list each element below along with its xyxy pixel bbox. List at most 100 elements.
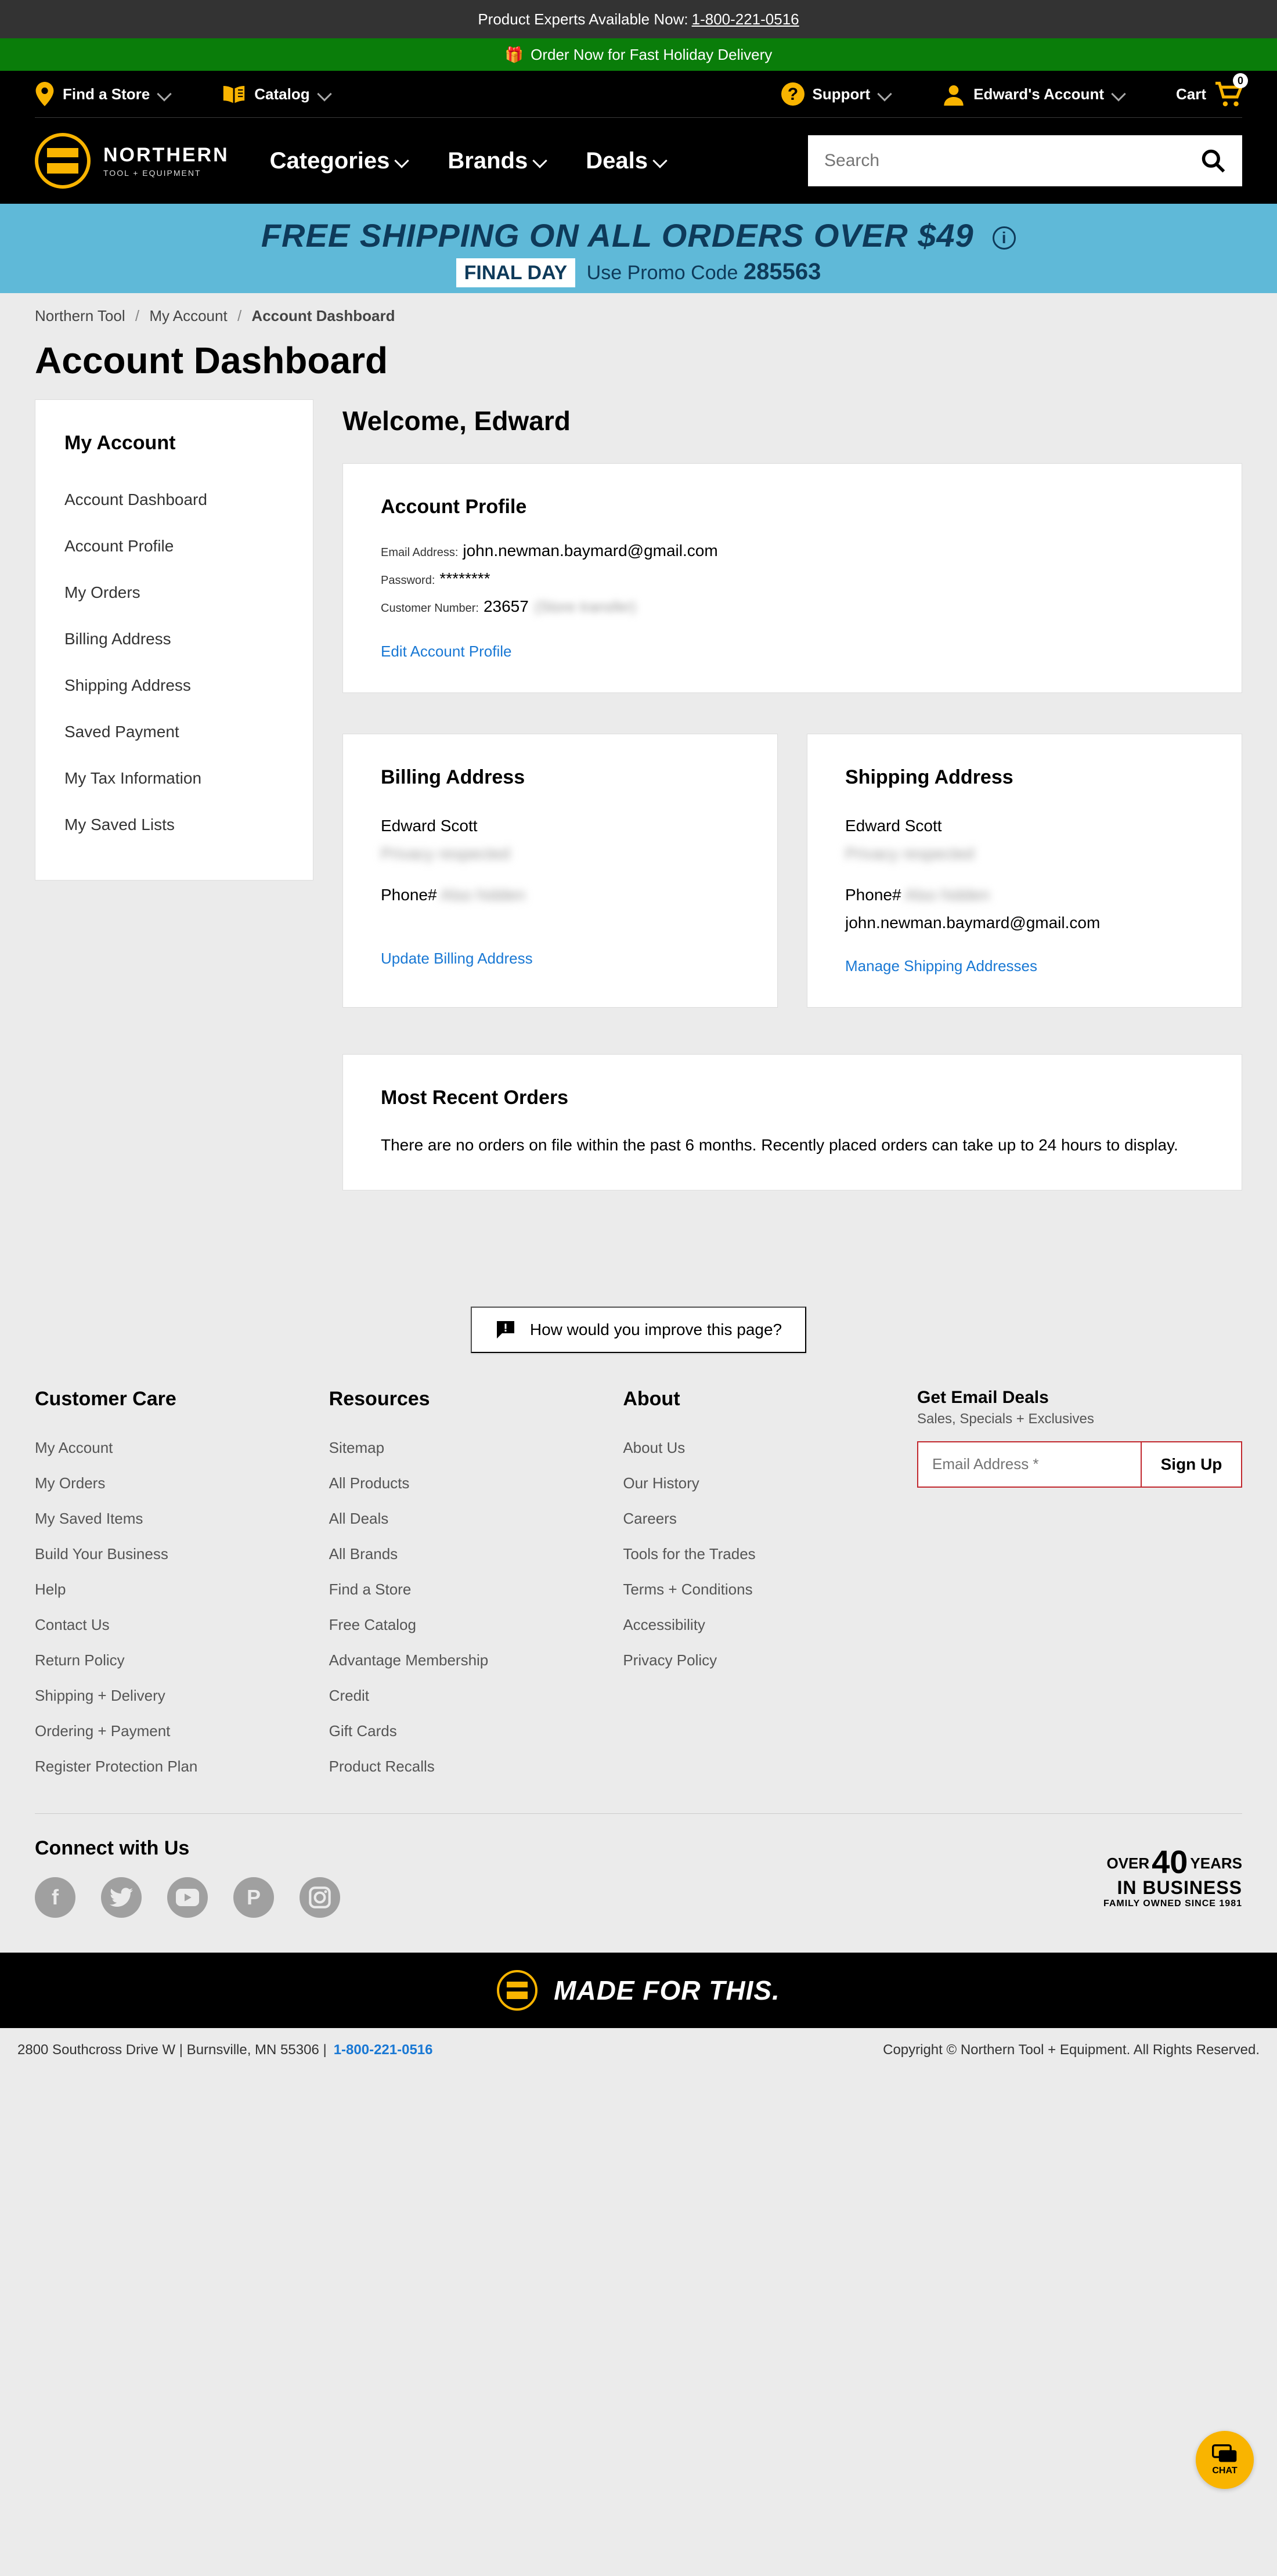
footer-link[interactable]: Gift Cards — [329, 1713, 600, 1749]
support-link[interactable]: ? Support — [781, 82, 890, 106]
find-store-link[interactable]: Find a Store — [35, 82, 169, 106]
account-profile-card: Account Profile Email Address:john.newma… — [342, 463, 1242, 693]
nav-deals[interactable]: Deals — [586, 148, 665, 174]
facebook-icon[interactable]: f — [35, 1877, 75, 1918]
footer-link[interactable]: My Orders — [35, 1466, 306, 1501]
shipping-name: Edward Scott — [845, 812, 1204, 840]
footer-link[interactable]: Find a Store — [329, 1572, 600, 1607]
sidebar-item[interactable]: My Orders — [64, 569, 284, 616]
footer-col-about: About About Us Our History Careers Tools… — [623, 1388, 894, 1784]
footer-link[interactable]: Product Recalls — [329, 1749, 600, 1784]
card-heading: Shipping Address — [845, 766, 1204, 789]
footer-link[interactable]: Register Protection Plan — [35, 1749, 306, 1784]
footer-address-bar: 2800 Southcross Drive W | Burnsville, MN… — [0, 2028, 1277, 2072]
catalog-link[interactable]: Catalog — [222, 84, 329, 104]
chevron-down-icon — [1111, 86, 1126, 101]
search-box[interactable] — [808, 135, 1242, 186]
sidebar-item[interactable]: My Saved Lists — [64, 802, 284, 848]
footer-link[interactable]: Tools for the Trades — [623, 1536, 894, 1572]
nav-categories[interactable]: Categories — [270, 148, 407, 174]
orders-empty-text: There are no orders on file within the p… — [381, 1132, 1204, 1157]
footer-link[interactable]: My Saved Items — [35, 1501, 306, 1536]
footer-link[interactable]: About Us — [623, 1430, 894, 1466]
footer-link[interactable]: Build Your Business — [35, 1536, 306, 1572]
page-title: Account Dashboard — [0, 339, 1277, 399]
holiday-text: Order Now for Fast Holiday Delivery — [531, 46, 772, 64]
footer-link[interactable]: Return Policy — [35, 1643, 306, 1678]
sidebar-item[interactable]: Account Profile — [64, 523, 284, 569]
signup-button[interactable]: Sign Up — [1142, 1442, 1241, 1487]
account-link[interactable]: Edward's Account — [942, 82, 1124, 106]
crumb-home[interactable]: Northern Tool — [35, 307, 125, 324]
edit-profile-link[interactable]: Edit Account Profile — [381, 643, 511, 661]
footer-link[interactable]: Help — [35, 1572, 306, 1607]
footer-link[interactable]: Careers — [623, 1501, 894, 1536]
sidebar-item[interactable]: Saved Payment — [64, 709, 284, 755]
book-icon — [222, 84, 246, 104]
card-heading: Most Recent Orders — [381, 1087, 1204, 1109]
chevron-down-icon — [877, 86, 892, 101]
footer-link[interactable]: All Products — [329, 1466, 600, 1501]
sidebar-item[interactable]: Shipping Address — [64, 662, 284, 709]
blurred-text: Privacy respected — [845, 840, 1204, 868]
manage-shipping-link[interactable]: Manage Shipping Addresses — [845, 957, 1037, 975]
crumb-account[interactable]: My Account — [149, 307, 227, 324]
youtube-icon[interactable] — [167, 1877, 208, 1918]
footer-phone-link[interactable]: 1-800-221-0516 — [334, 2042, 433, 2058]
info-icon[interactable]: i — [993, 226, 1016, 250]
billing-name: Edward Scott — [381, 812, 739, 840]
footer-link[interactable]: Accessibility — [623, 1607, 894, 1643]
map-pin-icon — [35, 82, 55, 106]
feedback-button[interactable]: How would you improve this page? — [471, 1307, 806, 1353]
blurred-text: (Store transfer) — [535, 598, 636, 615]
years-in-business: OVER40YEARS IN BUSINESS FAMILY OWNED SIN… — [1103, 1846, 1242, 1908]
experts-phone-link[interactable]: 1-800-221-0516 — [692, 10, 799, 28]
pinterest-icon[interactable]: P — [233, 1877, 274, 1918]
search-icon[interactable] — [1200, 148, 1226, 174]
recent-orders-card: Most Recent Orders There are no orders o… — [342, 1054, 1242, 1190]
logo[interactable]: NORTHERN TOOL + EQUIPMENT — [35, 133, 229, 189]
instagram-icon[interactable] — [300, 1877, 340, 1918]
sidebar-item[interactable]: Billing Address — [64, 616, 284, 662]
footer-link[interactable]: Shipping + Delivery — [35, 1678, 306, 1713]
footer-link[interactable]: Advantage Membership — [329, 1643, 600, 1678]
footer-link[interactable]: Free Catalog — [329, 1607, 600, 1643]
logo-badge-icon — [35, 133, 91, 189]
billing-address-card: Billing Address Edward Scott Privacy res… — [342, 734, 778, 1008]
search-input[interactable] — [824, 151, 1200, 171]
promo-final-day: FINAL DAY — [456, 258, 576, 287]
chevron-down-icon — [652, 153, 667, 168]
footer-col-resources: Resources Sitemap All Products All Deals… — [329, 1388, 600, 1784]
footer-link[interactable]: Sitemap — [329, 1430, 600, 1466]
promo-headline-rest: ON ALL ORDERS OVER $49 — [520, 217, 973, 254]
footer-link[interactable]: Our History — [623, 1466, 894, 1501]
holiday-banner: 🎁 Order Now for Fast Holiday Delivery — [0, 38, 1277, 71]
chat-button[interactable]: CHAT — [1196, 2431, 1254, 2489]
top-experts-bar: Product Experts Available Now: 1-800-221… — [0, 0, 1277, 38]
card-heading: Account Profile — [381, 496, 1204, 518]
footer-link[interactable]: Privacy Policy — [623, 1643, 894, 1678]
twitter-icon[interactable] — [101, 1877, 142, 1918]
footer-link[interactable]: All Brands — [329, 1536, 600, 1572]
logo-badge-icon — [497, 1970, 538, 2011]
made-for-text: MADE FOR THIS. — [554, 1975, 780, 2006]
chevron-down-icon — [533, 153, 547, 168]
footer-link[interactable]: Contact Us — [35, 1607, 306, 1643]
footer-link[interactable]: All Deals — [329, 1501, 600, 1536]
email-input[interactable] — [918, 1442, 1142, 1487]
nav-brands[interactable]: Brands — [448, 148, 545, 174]
company-address: 2800 Southcross Drive W | Burnsville, MN… — [17, 2042, 327, 2058]
sidebar-item[interactable]: Account Dashboard — [64, 477, 284, 523]
update-billing-link[interactable]: Update Billing Address — [381, 950, 533, 968]
footer-link[interactable]: Credit — [329, 1678, 600, 1713]
footer-link[interactable]: Terms + Conditions — [623, 1572, 894, 1607]
email-sub: Sales, Specials + Exclusives — [917, 1411, 1242, 1427]
cart-link[interactable]: Cart 0 — [1176, 81, 1242, 107]
chat-icon — [1212, 2444, 1238, 2465]
free-shipping-banner[interactable]: FREE SHIPPING ON ALL ORDERS OVER $49 i F… — [0, 204, 1277, 293]
email-heading: Get Email Deals — [917, 1388, 1242, 1408]
footer-link[interactable]: Ordering + Payment — [35, 1713, 306, 1749]
sidebar-item[interactable]: My Tax Information — [64, 755, 284, 802]
email-signup: Get Email Deals Sales, Specials + Exclus… — [917, 1388, 1242, 1784]
footer-link[interactable]: My Account — [35, 1430, 306, 1466]
